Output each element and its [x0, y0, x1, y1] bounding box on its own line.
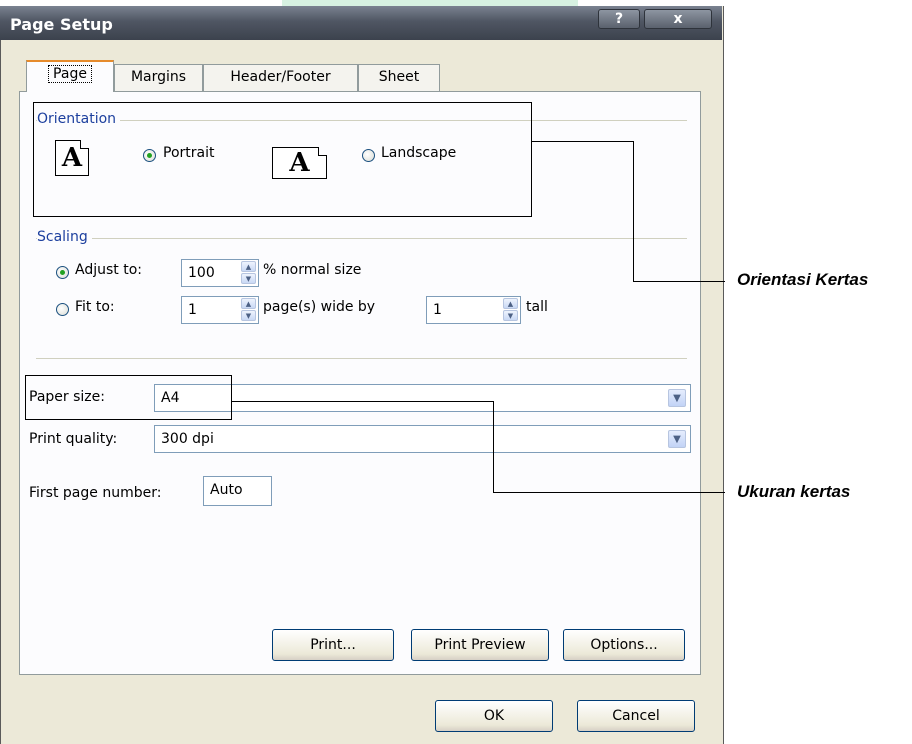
chevron-down-icon[interactable]: ▼: [668, 389, 686, 407]
print-quality-label: Print quality:: [29, 431, 118, 447]
spin-up-icon[interactable]: ▲: [241, 261, 256, 272]
first-page-number-label: First page number:: [29, 485, 162, 501]
help-button[interactable]: ?: [598, 9, 640, 29]
paper-size-callout-line: [493, 492, 725, 493]
print-quality-select[interactable]: 300 dpi: [154, 425, 691, 453]
options-button[interactable]: Options...: [563, 629, 685, 661]
paper-size-select[interactable]: A4: [154, 384, 691, 412]
scaling-group-line: [36, 238, 687, 239]
spin-down-icon[interactable]: ▼: [241, 310, 256, 321]
spin-up-icon[interactable]: ▲: [503, 298, 518, 309]
tab-sheet[interactable]: Sheet: [358, 64, 440, 91]
tab-page[interactable]: Page: [26, 60, 114, 92]
first-page-number-input[interactable]: Auto: [203, 476, 272, 506]
chevron-down-icon[interactable]: ▼: [668, 430, 686, 448]
dialog-title: Page Setup: [10, 15, 113, 34]
adjust-to-radio[interactable]: [56, 266, 69, 279]
adjust-to-label[interactable]: Adjust to:: [75, 262, 142, 278]
orientation-annotation: Orientasi Kertas: [737, 270, 869, 289]
fit-tall-spinner[interactable]: ▲ ▼: [502, 297, 519, 323]
spin-down-icon[interactable]: ▼: [503, 310, 518, 321]
orientation-callout-line: [532, 141, 634, 142]
spin-up-icon[interactable]: ▲: [241, 298, 256, 309]
paper-size-annotation: Ukuran kertas: [737, 482, 851, 501]
spin-down-icon[interactable]: ▼: [241, 273, 256, 284]
fit-wide-spinner[interactable]: ▲ ▼: [240, 297, 257, 323]
orientation-highlight-box: [33, 102, 532, 217]
scaling-group-label: Scaling: [37, 229, 92, 245]
print-preview-button[interactable]: Print Preview: [411, 629, 549, 661]
orientation-callout-line: [633, 281, 725, 282]
fit-wide-suffix: page(s) wide by: [263, 299, 376, 315]
tab-page-label: Page: [48, 65, 92, 83]
paper-size-callout-line: [493, 401, 494, 493]
cancel-button[interactable]: Cancel: [577, 700, 695, 732]
fit-tall-suffix: tall: [526, 299, 548, 315]
ok-button[interactable]: OK: [435, 700, 553, 732]
paper-size-callout-line: [232, 401, 494, 402]
tab-header-footer[interactable]: Header/Footer: [203, 64, 358, 91]
close-button[interactable]: x: [644, 9, 712, 29]
adjust-to-suffix: % normal size: [263, 262, 362, 278]
print-button[interactable]: Print...: [272, 629, 394, 661]
paper-size-highlight-box: [25, 375, 232, 420]
orientation-callout-line: [633, 141, 634, 282]
adjust-to-spinner[interactable]: ▲ ▼: [240, 260, 257, 286]
fit-to-label[interactable]: Fit to:: [75, 299, 115, 315]
section-divider: [36, 358, 687, 359]
fit-to-radio[interactable]: [56, 303, 69, 316]
tab-margins[interactable]: Margins: [114, 64, 203, 91]
